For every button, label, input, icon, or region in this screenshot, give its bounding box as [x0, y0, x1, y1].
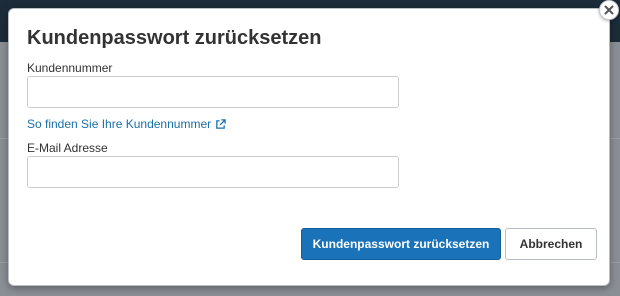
find-customer-number-link-label: So finden Sie Ihre Kundennummer [27, 117, 212, 131]
customer-number-label: Kundennummer [27, 61, 113, 75]
customer-number-input[interactable] [27, 76, 399, 108]
find-customer-number-link[interactable]: So finden Sie Ihre Kundennummer [27, 117, 226, 131]
cancel-button[interactable]: Abbrechen [505, 228, 597, 260]
close-icon [604, 5, 614, 15]
email-label: E-Mail Adresse [27, 141, 108, 155]
email-input[interactable] [27, 156, 399, 188]
reset-password-dialog: Kundenpasswort zurücksetzen Kundennummer… [8, 8, 610, 286]
close-button[interactable] [599, 0, 619, 20]
dialog-title: Kundenpasswort zurücksetzen [27, 27, 322, 49]
external-link-icon [216, 118, 226, 129]
reset-password-button[interactable]: Kundenpasswort zurücksetzen [301, 228, 501, 260]
